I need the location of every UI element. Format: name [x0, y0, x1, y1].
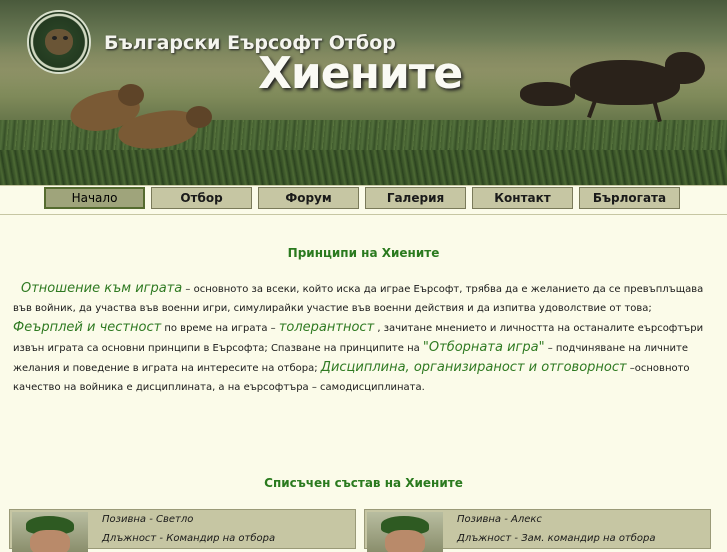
wildebeest-leg	[587, 99, 597, 119]
principle-discipline: Дисциплина, организираност и отговорност	[320, 360, 627, 375]
principle-attitude: Отношение към играта	[21, 281, 183, 296]
principles-title: Принципи на Хиените	[287, 246, 440, 260]
wildebeest-head	[665, 52, 705, 84]
nav-forum-button[interactable]: Форум	[258, 187, 359, 209]
face-shape	[385, 530, 425, 552]
logo-eye	[52, 36, 57, 40]
site-title: Хиените	[258, 48, 463, 99]
member-callsign: Позивна - Алекс	[457, 514, 542, 525]
member-photo[interactable]	[12, 512, 88, 552]
roster-title: Списъчен състав на Хиените	[264, 476, 463, 490]
principle-teamplay: "Отборната игра"	[422, 340, 545, 355]
member-role: Длъжност - Зам. командир на отбора	[457, 533, 656, 544]
principles-text: Отношение към играта – основното за всек…	[13, 279, 716, 397]
banner-grass-foreground	[0, 150, 727, 185]
nav-gallery-button[interactable]: Галерия	[365, 187, 466, 209]
hyena-head	[118, 84, 144, 106]
member-photo[interactable]	[367, 512, 443, 552]
member-card[interactable]: Позивна - Алекс Длъжност - Зам. командир…	[364, 509, 711, 552]
wildebeest-silhouette	[520, 82, 575, 106]
principle-fairplay: Феърплей и честност	[13, 320, 162, 335]
hyena-head	[186, 106, 212, 128]
member-role: Длъжност - Командир на отбора	[102, 533, 276, 544]
header-banner: Български Еърсофт Отбор Хиените	[0, 0, 727, 185]
hyena-face-icon	[45, 29, 73, 55]
member-card[interactable]: Позивна - Светло Длъжност - Командир на …	[9, 509, 356, 552]
wildebeest-silhouette	[570, 60, 680, 105]
nav-team-button[interactable]: Отбор	[151, 187, 252, 209]
face-shape	[30, 530, 70, 552]
principle-tolerance: толерантност	[278, 320, 375, 335]
nav-lair-button[interactable]: Бърлогата	[579, 187, 680, 209]
nav-contact-button[interactable]: Контакт	[472, 187, 573, 209]
logo-eye	[63, 36, 68, 40]
principle-fairplay-text: по време на играта –	[161, 323, 279, 334]
main-nav: Начало Отбор Форум Галерия Контакт Бърло…	[0, 185, 727, 215]
wildebeest-leg	[652, 99, 662, 123]
member-callsign: Позивна - Светло	[102, 514, 194, 525]
team-logo-icon[interactable]	[27, 10, 91, 74]
nav-home-button[interactable]: Начало	[44, 187, 145, 209]
